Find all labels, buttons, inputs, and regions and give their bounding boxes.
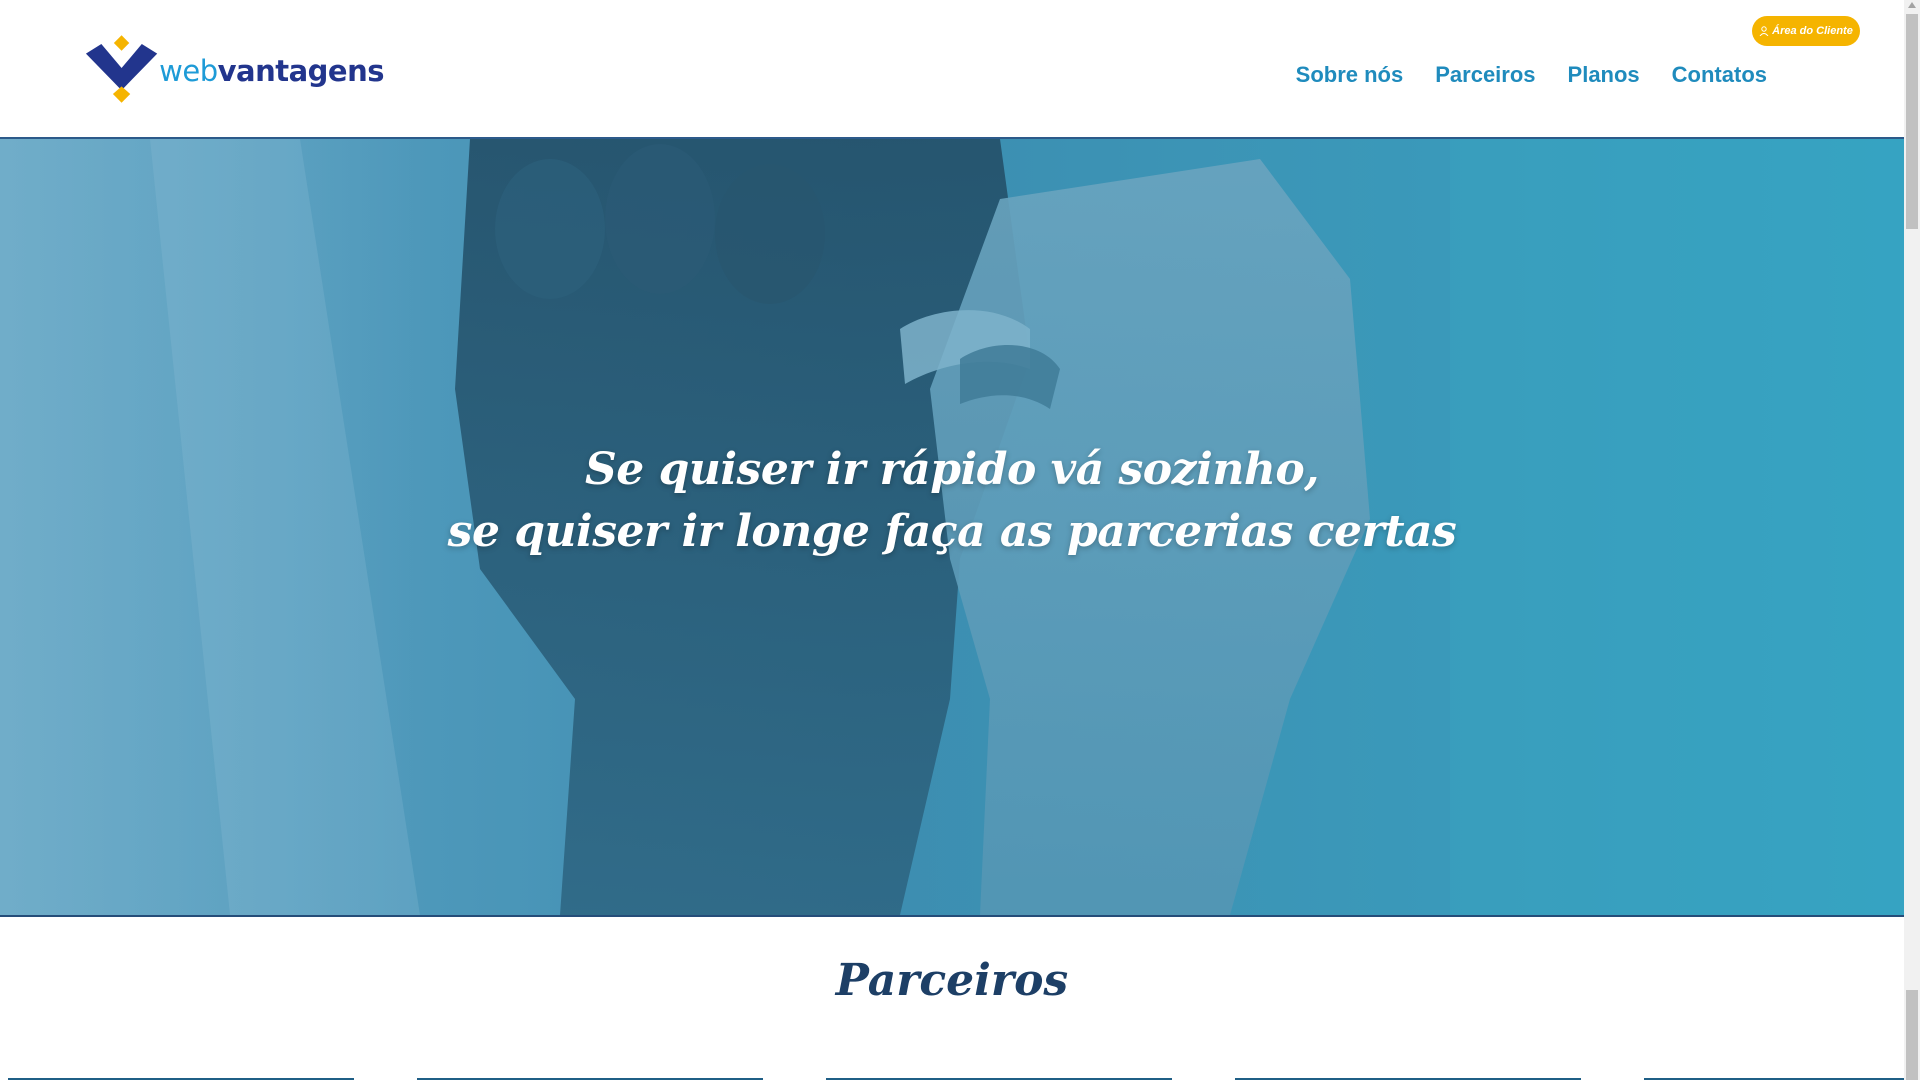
scroll-up-arrow-icon[interactable]: [1908, 2, 1916, 8]
nav-planos[interactable]: Planos: [1568, 62, 1640, 88]
nav-sobre-nos[interactable]: Sobre nós: [1296, 62, 1404, 88]
page: webvantagens Área do Cliente Sobre nós P…: [0, 0, 1904, 1080]
logo-diamond-icon: [85, 35, 158, 103]
client-area-label: Área do Cliente: [1772, 25, 1853, 37]
logo-text-vantagens: vantagens: [217, 54, 385, 88]
logo-text: webvantagens: [159, 54, 384, 88]
site-header: webvantagens Área do Cliente Sobre nós P…: [0, 0, 1904, 139]
user-icon: [1759, 26, 1769, 36]
client-area-button[interactable]: Área do Cliente: [1752, 16, 1860, 46]
hero-quote: Se quiser ir rápido vá sozinho, se quise…: [0, 439, 1904, 563]
logo-text-web: web: [159, 54, 218, 88]
logo[interactable]: webvantagens: [84, 33, 385, 105]
vertical-scrollbar[interactable]: [1904, 0, 1920, 1080]
hero-quote-line1: Se quiser ir rápido vá sozinho,: [584, 444, 1320, 495]
nav-parceiros[interactable]: Parceiros: [1435, 62, 1535, 88]
hero-quote-line2: se quiser ir longe faça as parcerias cer…: [447, 506, 1457, 557]
main-nav: Sobre nós Parceiros Planos Contatos: [1296, 62, 1767, 88]
nav-contatos[interactable]: Contatos: [1672, 62, 1767, 88]
section-title-parceiros: Parceiros: [835, 955, 1069, 1006]
scrollbar-thumb-lower: [1906, 990, 1918, 1080]
scrollbar-thumb[interactable]: [1906, 14, 1918, 229]
hero-banner: Se quiser ir rápido vá sozinho, se quise…: [0, 139, 1904, 917]
